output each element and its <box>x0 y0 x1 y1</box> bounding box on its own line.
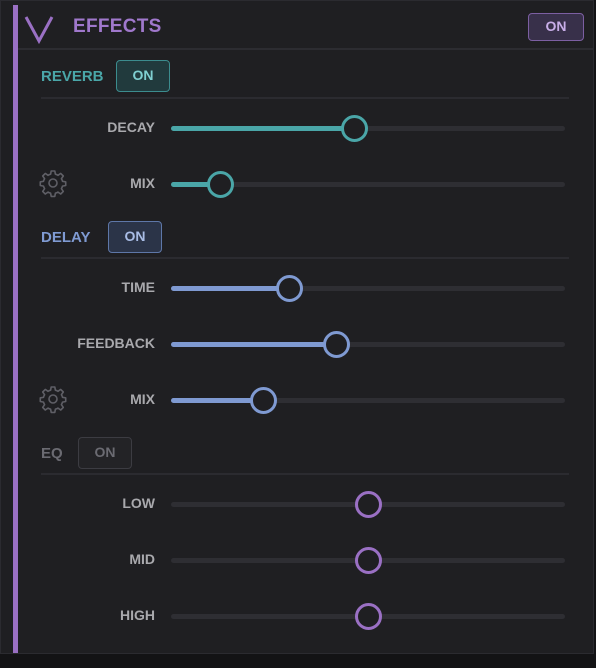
mid-slider-knob[interactable] <box>354 547 382 574</box>
param-label-time: TIME <box>121 279 155 295</box>
chevron-down-icon[interactable] <box>23 13 55 45</box>
section-title-delay: DELAY <box>41 229 91 246</box>
section-title-eq: EQ <box>41 445 63 462</box>
reverb-mix-slider-knob[interactable] <box>206 171 234 198</box>
delay-mix-slider-knob[interactable] <box>250 387 278 414</box>
header-divider <box>18 48 594 50</box>
param-label-feedback: FEEDBACK <box>77 335 155 351</box>
section-divider <box>41 473 569 475</box>
time-slider-fill <box>171 286 290 291</box>
param-label-mix: MIX <box>130 391 155 407</box>
feedback-slider-knob[interactable] <box>322 331 350 358</box>
master-toggle-button[interactable]: ON <box>528 13 584 41</box>
param-label-high: HIGH <box>120 607 155 623</box>
decay-slider-fill <box>171 126 355 131</box>
decay-slider-knob[interactable] <box>340 115 368 142</box>
param-label-low: LOW <box>122 495 155 511</box>
param-label-mix: MIX <box>130 175 155 191</box>
eq-toggle-button[interactable]: ON <box>78 437 132 469</box>
section-divider <box>41 97 569 99</box>
section-title-reverb: REVERB <box>41 68 104 85</box>
low-slider-knob[interactable] <box>354 491 382 518</box>
high-slider-knob[interactable] <box>354 603 382 630</box>
time-slider-knob[interactable] <box>275 275 303 302</box>
param-label-decay: DECAY <box>107 119 155 135</box>
param-label-mid: MID <box>129 551 155 567</box>
section-divider <box>41 257 569 259</box>
effects-panel: EFFECTS ON REVERB ON DECAY MIX DELAY ON … <box>0 0 594 654</box>
delay-toggle-button[interactable]: ON <box>108 221 162 253</box>
feedback-slider-fill <box>171 342 337 347</box>
panel-title: EFFECTS <box>73 16 162 37</box>
reverb-toggle-button[interactable]: ON <box>116 60 170 92</box>
